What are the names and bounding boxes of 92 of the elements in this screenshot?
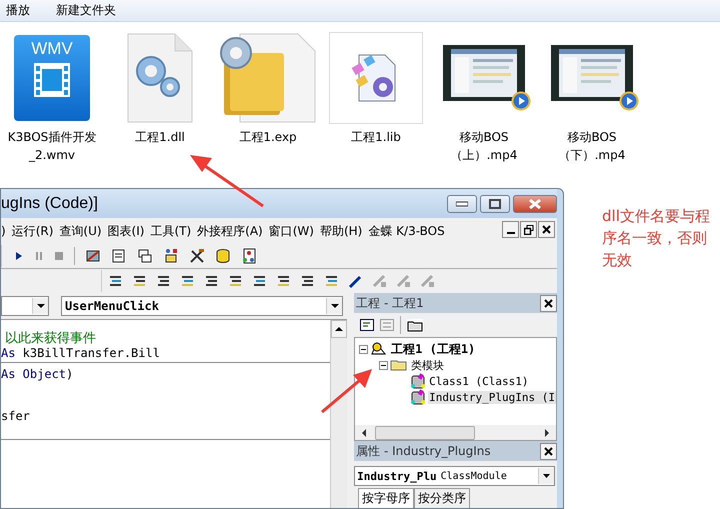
- close-icon: [542, 225, 551, 234]
- menu-item[interactable]: 外接程序(A): [197, 222, 267, 240]
- tree-item[interactable]: 类模块: [410, 358, 446, 372]
- dropdown-arrow-icon: [36, 304, 44, 308]
- scroll-right-icon: [545, 428, 550, 436]
- edit-tool-icon[interactable]: [300, 273, 316, 289]
- horizontal-scrollbar[interactable]: [355, 425, 556, 440]
- tree-item[interactable]: 工程1 (工程1): [390, 340, 476, 358]
- edit-tool-icon[interactable]: [132, 273, 148, 289]
- annotation-arrow: [321, 369, 372, 414]
- vertical-scrollbar[interactable]: [330, 320, 348, 508]
- tab[interactable]: 按分类序: [414, 488, 470, 508]
- restore-button[interactable]: [520, 221, 537, 238]
- restore-icon: [524, 224, 534, 234]
- code-line: As Object): [1, 367, 74, 381]
- menu-item[interactable]: 帮助(H): [320, 222, 366, 240]
- file-name[interactable]: 工程1.exp: [222, 128, 314, 146]
- database-icon[interactable]: [215, 248, 231, 264]
- scroll-left-icon: [361, 428, 366, 436]
- menu-item[interactable]: ): [1, 224, 10, 238]
- menu-item[interactable]: 金蝶 K/3-BOS: [368, 222, 449, 240]
- pencil-icon[interactable]: [348, 273, 364, 289]
- close-icon: [544, 446, 553, 456]
- form-icon[interactable]: [111, 248, 127, 264]
- edit-tool-icon[interactable]: [108, 273, 124, 289]
- tree-item[interactable]: Class1 (Class1): [428, 374, 530, 388]
- window-title: ugIns (Code)]: [1, 194, 98, 212]
- edit-tool-icon[interactable]: [180, 273, 196, 289]
- maximize-button[interactable]: [480, 194, 510, 212]
- minimize-icon: [456, 200, 468, 206]
- edit-tool-icon[interactable]: [156, 273, 172, 289]
- file-name[interactable]: 移动BOS（上）.mp4: [438, 128, 530, 164]
- play-badge-icon: [511, 91, 531, 112]
- menu-item[interactable]: 图表(I): [108, 222, 148, 240]
- close-button[interactable]: [540, 294, 557, 312]
- folder-icon[interactable]: [407, 318, 424, 332]
- folder-book-icon[interactable]: [218, 33, 318, 124]
- code-comment: 以此来获得事件: [4, 332, 96, 346]
- edit-tool-icon[interactable]: [276, 273, 292, 289]
- film-icon: [32, 61, 72, 100]
- library-file-icon[interactable]: [329, 32, 423, 124]
- tree-item[interactable]: Industry_PlugIns (I: [428, 390, 556, 404]
- edit-tool-icon[interactable]: [204, 273, 220, 289]
- panel-title: 属性 - Industry_PlugIns: [356, 442, 491, 460]
- menu-item[interactable]: 窗口(W): [268, 222, 318, 240]
- project-icon: [370, 342, 388, 356]
- folder-icon: [390, 358, 408, 372]
- object-dropdown[interactable]: [1, 296, 49, 316]
- toolbar-button[interactable]: 新建文件夹: [52, 2, 120, 20]
- window-icon[interactable]: [137, 248, 153, 264]
- close-icon: [528, 198, 542, 208]
- hammer-wrench-icon[interactable]: [189, 248, 205, 264]
- tool-icon[interactable]: [85, 248, 101, 264]
- file-name[interactable]: 工程1.dll: [114, 128, 206, 146]
- dropdown-arrow-icon: [543, 474, 550, 478]
- code-line: As k3BillTransfer.Bill: [1, 346, 160, 360]
- scroll-up-icon: [335, 327, 344, 331]
- collapse-icon[interactable]: [359, 344, 368, 354]
- procedure-dropdown[interactable]: UserMenuClick: [61, 296, 343, 316]
- file-name[interactable]: 工程1.lib: [330, 128, 422, 146]
- menu-item[interactable]: 运行(R): [12, 222, 58, 240]
- dropdown-arrow-icon: [330, 304, 338, 308]
- tab[interactable]: 按字母序: [358, 488, 414, 508]
- class-module-icon: [410, 389, 426, 405]
- gears-file-icon[interactable]: [127, 33, 193, 124]
- minimize-icon: [506, 232, 514, 234]
- close-icon: [544, 298, 553, 308]
- edit-tool-icon[interactable]: [324, 273, 340, 289]
- minimize-button[interactable]: [502, 221, 519, 238]
- class-module-icon: [410, 373, 426, 389]
- edit-tool-icon[interactable]: [228, 273, 244, 289]
- menu-item[interactable]: 查询(U): [59, 222, 106, 240]
- annotation-text: dll文件名要与程序名一致，否则无效: [602, 206, 711, 271]
- toolbar-button[interactable]: 播放: [2, 2, 34, 20]
- code-line: sfer: [1, 409, 30, 423]
- object-dropdown[interactable]: Industry_Plu ClassModule: [354, 466, 555, 486]
- file-type-label: WMV: [31, 39, 73, 60]
- edit-tool-icon[interactable]: [252, 273, 268, 289]
- file-name[interactable]: K3BOS插件开发_2.wmv: [6, 128, 98, 164]
- menu-item[interactable]: 工具(T): [150, 222, 196, 240]
- close-button[interactable]: [538, 221, 555, 238]
- collapse-icon[interactable]: [379, 360, 388, 370]
- play-badge-icon: [619, 91, 639, 112]
- minimize-button[interactable]: [447, 194, 477, 212]
- view-code-icon[interactable]: [360, 319, 374, 331]
- diagram-icon[interactable]: [241, 248, 257, 264]
- run-icon[interactable]: [14, 250, 24, 262]
- close-button[interactable]: [540, 442, 557, 460]
- maximize-icon: [489, 198, 501, 208]
- box-icon[interactable]: [163, 248, 179, 264]
- panel-title: 工程 - 工程1: [356, 294, 424, 312]
- file-name[interactable]: 移动BOS（下）.mp4: [546, 128, 638, 164]
